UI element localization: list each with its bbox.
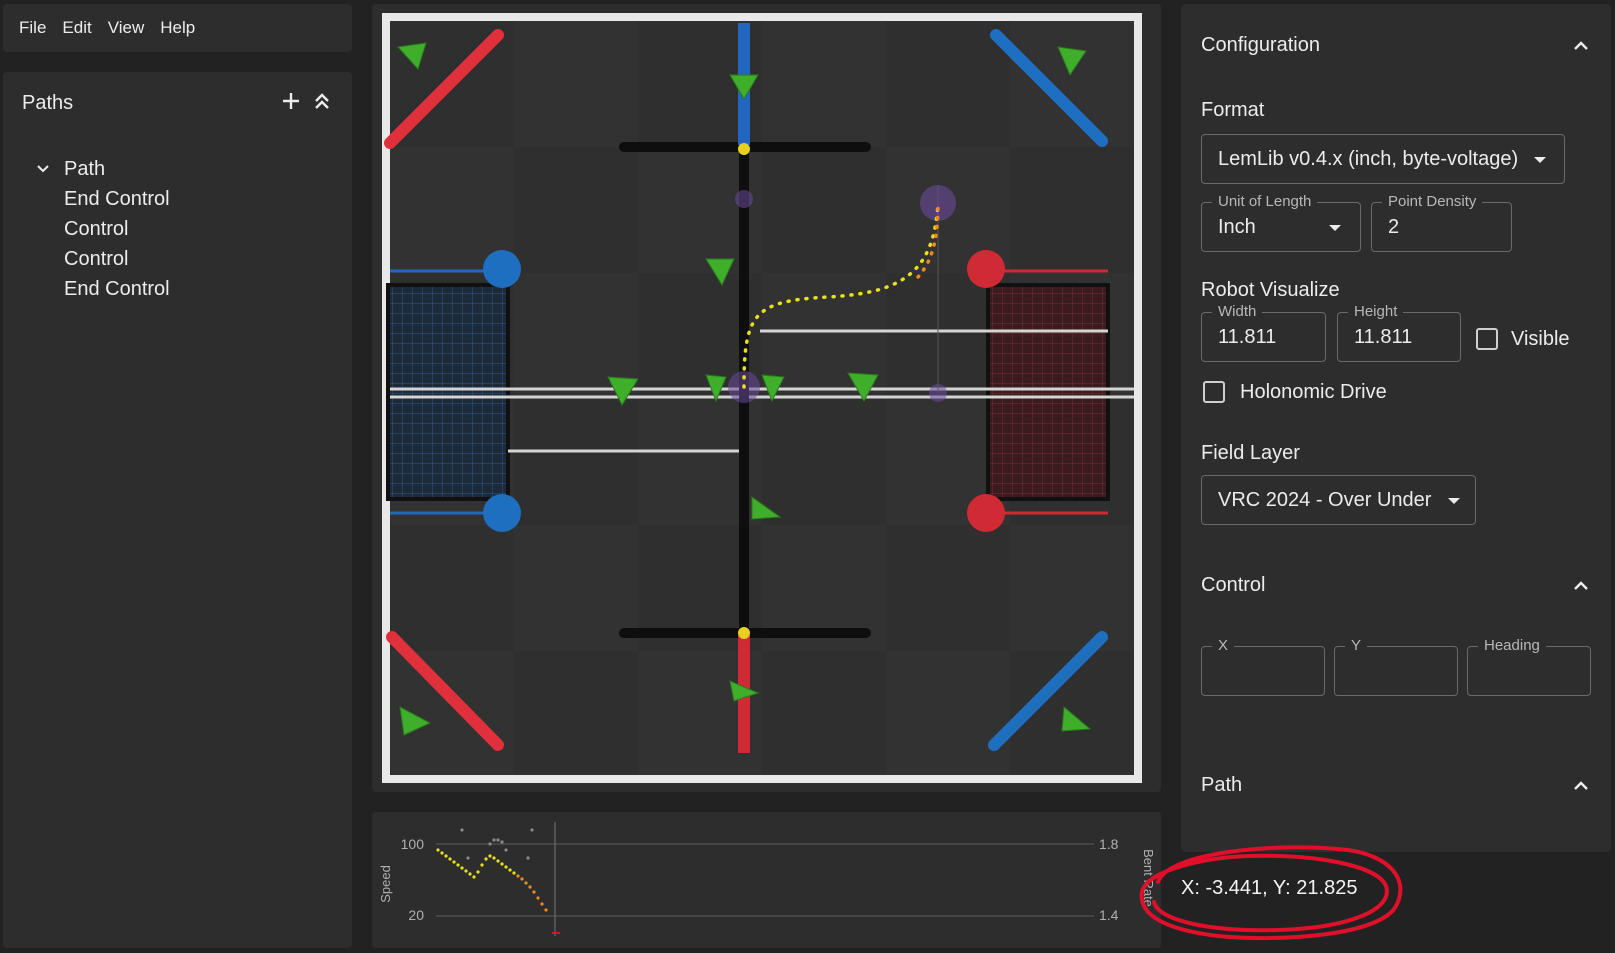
control-y-field[interactable]: Y: [1334, 637, 1458, 696]
holonomic-drive-label: Holonomic Drive: [1240, 381, 1387, 403]
right-tick-label: 1.4: [1099, 907, 1119, 923]
red-goal-post: [967, 250, 1005, 288]
visible-checkbox[interactable]: [1476, 328, 1498, 350]
right-tick-label: 1.8: [1099, 836, 1119, 852]
red-bar-cap: [738, 627, 750, 639]
tree-item-label: End Control: [64, 188, 170, 210]
width-label: Width: [1212, 303, 1263, 320]
red-goal: [986, 269, 1110, 515]
tree-item-path[interactable]: Path: [33, 154, 170, 184]
menu-help[interactable]: Help: [160, 18, 195, 38]
paths-panel: Paths Path End Control Control Control E…: [3, 72, 352, 948]
control-heading-field[interactable]: Heading: [1467, 637, 1591, 696]
format-select[interactable]: LemLib v0.4.x (inch, byte-voltage): [1201, 134, 1565, 184]
configuration-panel: Configuration Format LemLib v0.4.x (inch…: [1181, 4, 1611, 852]
blue-bar-cap: [738, 143, 750, 155]
path-end-marker: [920, 185, 956, 221]
path-title: Path: [1201, 774, 1243, 796]
paths-title: Paths: [22, 92, 74, 114]
control-x-field[interactable]: X: [1201, 637, 1325, 696]
chevron-up-icon[interactable]: [1573, 40, 1589, 51]
chevron-down-icon[interactable]: [33, 159, 53, 179]
point-density-label: Point Density: [1382, 193, 1483, 210]
field-canvas[interactable]: [382, 13, 1142, 783]
caret-down-icon: [1448, 498, 1460, 504]
paths-header: Paths: [22, 90, 332, 117]
width-value: 11.811: [1218, 326, 1277, 348]
chevron-up-icon[interactable]: [1573, 580, 1589, 591]
tree-item-label: End Control: [64, 278, 170, 300]
blue-goal-post: [483, 494, 521, 532]
menu-view[interactable]: View: [108, 18, 145, 38]
path-tree: Path End Control Control Control End Con…: [33, 154, 170, 304]
tree-item-label: Path: [64, 158, 106, 180]
chevron-up-icon[interactable]: [1573, 780, 1589, 791]
caret-down-icon: [1534, 157, 1546, 163]
menu-file[interactable]: File: [19, 18, 46, 38]
point-density-field[interactable]: Point Density 2: [1371, 193, 1512, 252]
blue-goal-post: [483, 250, 521, 288]
heading-label: Heading: [1478, 637, 1546, 654]
left-tick-label: 100: [401, 836, 425, 852]
speed-axis-label: Speed: [378, 865, 393, 903]
holonomic-drive-checkbox[interactable]: [1203, 381, 1225, 403]
robot-visualize-label: Robot Visualize: [1201, 279, 1340, 301]
speed-series-decel: [516, 874, 548, 912]
robot-height-field[interactable]: Height 11.811: [1337, 303, 1461, 362]
tree-item-control[interactable]: Control: [33, 214, 170, 244]
field-layer-label: Field Layer: [1201, 442, 1300, 464]
double-chevron-up-icon: [315, 93, 329, 109]
tree-item-control[interactable]: Control: [33, 244, 170, 274]
format-value: LemLib v0.4.x (inch, byte-voltage): [1218, 148, 1519, 170]
tree-item-end-control[interactable]: End Control: [33, 184, 170, 214]
caret-down-icon: [1329, 225, 1341, 231]
height-value: 11.811: [1354, 326, 1413, 348]
cursor-coordinates: X: -3.441, Y: 21.825: [1181, 876, 1358, 899]
speed-graph-panel: Speed Bent Rate 100 20 1.8 1.4: [372, 812, 1161, 948]
path-control-marker: [735, 190, 753, 208]
height-label: Height: [1348, 303, 1404, 320]
speed-graph[interactable]: Speed Bent Rate 100 20 1.8 1.4: [372, 812, 1161, 948]
red-goal-post: [967, 494, 1005, 532]
configuration-title: Configuration: [1201, 34, 1320, 56]
control-title: Control: [1201, 574, 1266, 596]
point-density-value: 2: [1388, 216, 1400, 238]
field-layer-select[interactable]: VRC 2024 - Over Under: [1201, 475, 1476, 525]
menu-edit[interactable]: Edit: [62, 18, 91, 38]
unit-of-length-label: Unit of Length: [1212, 193, 1318, 210]
visible-label: Visible: [1511, 328, 1570, 350]
unit-of-length-select[interactable]: Unit of Length Inch: [1201, 193, 1361, 252]
y-label: Y: [1345, 637, 1368, 654]
x-label: X: [1212, 637, 1235, 654]
left-tick-label: 20: [408, 907, 424, 923]
tree-item-label: Control: [64, 218, 129, 240]
unit-of-length-value: Inch: [1218, 216, 1256, 238]
speed-series: [436, 848, 516, 879]
blue-goal: [386, 269, 510, 515]
field-layer-value: VRC 2024 - Over Under: [1218, 489, 1432, 511]
menu-bar: File Edit View Help: [3, 4, 352, 52]
configuration-header[interactable]: Configuration: [1201, 34, 1589, 57]
tree-item-label: Control: [64, 248, 129, 270]
path-header[interactable]: Path: [1201, 774, 1589, 797]
robot-width-field[interactable]: Width 11.811: [1201, 303, 1326, 362]
format-label: Format: [1201, 99, 1265, 121]
tree-item-end-control[interactable]: End Control: [33, 274, 170, 304]
control-header[interactable]: Control: [1201, 574, 1589, 597]
collapse-all-button[interactable]: [312, 90, 332, 117]
add-path-button[interactable]: [280, 90, 302, 117]
field-panel: [372, 4, 1161, 792]
plus-icon: [283, 93, 299, 109]
